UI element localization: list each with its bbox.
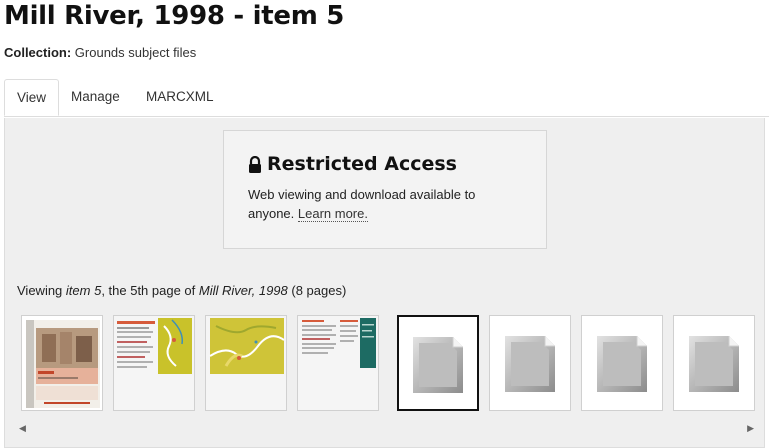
scroll-right-arrow-icon[interactable]: ▶: [747, 423, 754, 434]
viewing-item: item 5: [65, 283, 102, 298]
tab-manage[interactable]: Manage: [71, 79, 120, 115]
tab-bar: View Manage MARCXML: [4, 79, 769, 117]
thumbnail-page-7[interactable]: [581, 315, 663, 411]
viewing-middle: , the 5th page of: [101, 283, 199, 298]
tab-marcxml[interactable]: MARCXML: [146, 79, 214, 115]
collection-line: Collection: Grounds subject files: [4, 45, 196, 60]
thumbnail-page-4[interactable]: [297, 315, 379, 411]
page-thumbnail-strip: [21, 315, 756, 413]
thumbnail-scrollbar[interactable]: ◀ ▶: [5, 423, 764, 437]
thumbnail-page-6[interactable]: [489, 315, 571, 411]
viewing-caption: Viewing item 5, the 5th page of Mill Riv…: [17, 283, 346, 298]
thumbnail-page-5[interactable]: [397, 315, 479, 411]
viewing-work: Mill River, 1998: [198, 283, 288, 298]
document-placeholder-icon: [597, 336, 647, 392]
collection-label: Collection:: [4, 45, 72, 60]
collection-value: Grounds subject files: [74, 45, 197, 60]
restricted-text-block: Web viewing and download available to an…: [248, 185, 498, 223]
restricted-access-box: Restricted Access Web viewing and downlo…: [223, 130, 547, 249]
viewing-prefix: Viewing: [17, 283, 66, 298]
restricted-title: Restricted Access: [267, 153, 457, 175]
thumbnail-page-2[interactable]: [113, 315, 195, 411]
view-panel: Restricted Access Web viewing and downlo…: [4, 118, 765, 448]
scroll-left-arrow-icon[interactable]: ◀: [19, 423, 26, 434]
lock-icon: [248, 155, 262, 173]
tab-view[interactable]: View: [4, 79, 60, 116]
viewing-suffix: (8 pages): [287, 283, 347, 298]
thumbnail-page-3[interactable]: [205, 315, 287, 411]
document-placeholder-icon: [505, 336, 555, 392]
thumbnail-page-8[interactable]: [673, 315, 755, 411]
document-placeholder-icon: [413, 337, 463, 393]
learn-more-link[interactable]: Learn more.: [297, 206, 368, 222]
document-placeholder-icon: [689, 336, 739, 392]
restricted-heading: Restricted Access: [248, 153, 546, 175]
thumbnail-page-1[interactable]: [21, 315, 103, 411]
page-title: Mill River, 1998 - item 5: [4, 1, 345, 31]
